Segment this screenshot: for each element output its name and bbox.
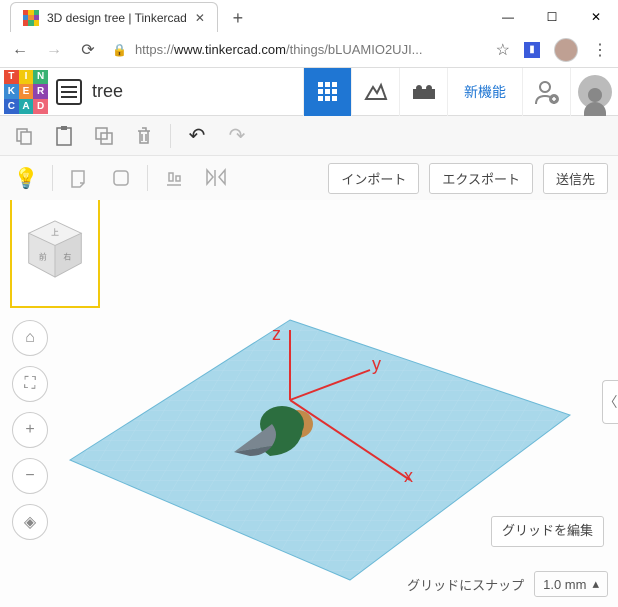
zoom-in-button[interactable]: + [12,412,48,448]
snap-label: グリッドにスナップ [407,575,524,594]
extension-icon[interactable]: ▮ [524,42,540,58]
viewcube-top: 上 [51,228,59,237]
new-feature-button[interactable]: 新機能 [447,68,522,116]
paste-button[interactable] [50,122,78,150]
undo-button[interactable]: ↶ [183,122,211,150]
snap-value: 1.0 mm [543,577,586,592]
url-host: www.tinkercad.com [174,42,286,57]
export-button[interactable]: エクスポート [429,163,533,194]
new-tab-button[interactable]: + [224,4,252,32]
tinkercad-logo[interactable]: TIN KER CAD [4,70,48,114]
blocks-mode-button[interactable] [351,68,399,116]
app-header: TIN KER CAD tree 新機能 [0,68,618,116]
panel-expand-handle[interactable]: 〈 [602,380,618,424]
close-window-button[interactable]: ✕ [574,2,618,32]
forward-button[interactable]: → [44,41,64,59]
lock-icon: 🔒 [112,43,127,57]
nav-buttons: ⌂ ⛶ + − ◈ [12,320,48,540]
delete-button[interactable] [130,122,158,150]
document-icon[interactable] [56,79,82,105]
zoom-out-button[interactable]: − [12,458,48,494]
bookmark-icon[interactable]: ☆ [496,40,510,60]
canvas-viewport[interactable]: 上 前 右 ⌂ ⛶ + − ◈ [0,200,618,607]
tree-object[interactable] [230,390,340,475]
duplicate-button[interactable] [90,122,118,150]
send-to-button[interactable]: 送信先 [543,163,608,194]
viewcube[interactable]: 上 前 右 [10,200,100,308]
document-name[interactable]: tree [92,81,123,102]
home-view-button[interactable]: ⌂ [12,320,48,356]
import-button[interactable]: インポート [328,163,419,194]
viewcube-right: 右 [63,252,71,262]
align-icon[interactable] [158,162,190,194]
browser-tab[interactable]: 3D design tree | Tinkercad ✕ [10,2,218,32]
minimize-button[interactable]: — [486,2,530,32]
browser-menu-icon[interactable]: ⋮ [592,40,608,60]
window-controls: — ☐ ✕ [486,2,618,32]
snap-dropdown[interactable]: 1.0 mm ▴ [534,571,608,597]
edit-toolbar: ↶ ↷ [0,116,618,156]
url-path: /things/bLUAMIO2UJI... [286,42,423,57]
redo-button[interactable]: ↷ [223,122,251,150]
chevron-up-icon: ▴ [592,576,599,592]
url-box[interactable]: 🔒 https://www.tinkercad.com/things/bLUAM… [112,42,482,57]
close-tab-icon[interactable]: ✕ [195,11,205,25]
user-menu[interactable] [570,68,618,116]
reload-button[interactable]: ⟳ [78,40,98,60]
favicon-icon [23,10,39,26]
maximize-button[interactable]: ☐ [530,2,574,32]
view-toolbar: 💡 インポート エクスポート 送信先 [0,156,618,200]
back-button[interactable]: ← [10,41,30,59]
bricks-mode-button[interactable] [399,68,447,116]
edit-grid-button[interactable]: グリッドを編集 [491,516,604,547]
mirror-icon[interactable] [200,162,232,194]
copy-button[interactable] [10,122,38,150]
snap-bar: グリッドにスナップ 1.0 mm ▴ [407,571,608,597]
viewcube-front: 前 [39,252,47,262]
design-mode-button[interactable] [303,68,351,116]
bulb-icon[interactable]: 💡 [10,162,42,194]
fit-view-button[interactable]: ⛶ [12,366,48,402]
collaborate-button[interactable] [522,68,570,116]
group-icon[interactable] [105,162,137,194]
browser-titlebar: 3D design tree | Tinkercad ✕ + — ☐ ✕ [0,0,618,32]
address-bar: ← → ⟳ 🔒 https://www.tinkercad.com/things… [0,32,618,68]
ortho-toggle-button[interactable]: ◈ [12,504,48,540]
user-avatar-icon [578,75,612,109]
url-prefix: https:// [135,42,174,57]
tab-title: 3D design tree | Tinkercad [47,11,187,25]
notes-icon[interactable] [63,162,95,194]
profile-avatar[interactable] [554,38,578,62]
